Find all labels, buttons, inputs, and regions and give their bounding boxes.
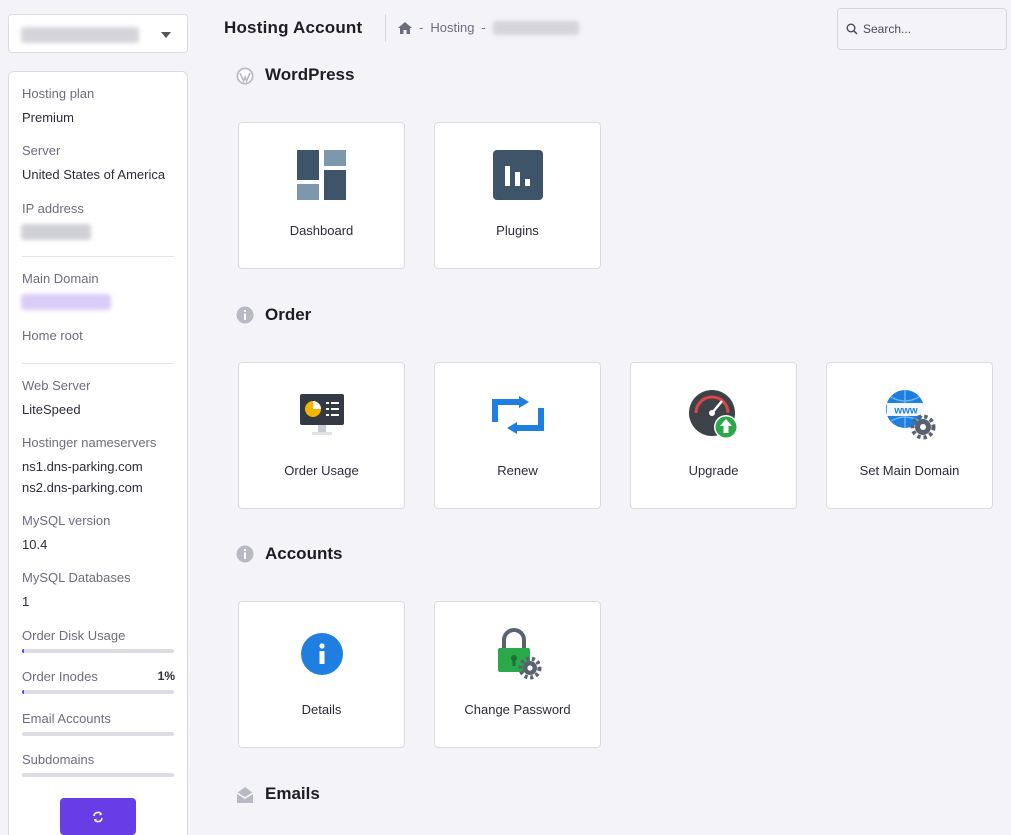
- dashboard-icon: [296, 150, 346, 200]
- ip-address-redacted: [21, 224, 91, 240]
- card-dashboard[interactable]: Dashboard: [238, 122, 405, 269]
- page-title: Hosting Account: [224, 18, 363, 37]
- server-label: Server: [22, 143, 61, 158]
- order-usage-icon: [299, 394, 344, 435]
- section-title-accounts: Accounts: [265, 544, 343, 563]
- home-icon[interactable]: [398, 21, 412, 34]
- chevron-down-icon: [161, 32, 171, 38]
- hosting-plan-label: Hosting plan: [22, 86, 95, 101]
- card-label: Plugins: [496, 223, 539, 238]
- card-label: Upgrade: [688, 463, 739, 478]
- breadcrumb-domain-redacted[interactable]: [492, 20, 579, 35]
- header-divider: [385, 14, 386, 42]
- renew-icon: [491, 396, 544, 434]
- card-label: Dashboard: [289, 223, 354, 238]
- breadcrumb-hosting[interactable]: Hosting: [430, 20, 474, 35]
- breadcrumb: - Hosting -: [398, 20, 579, 35]
- disk-usage-progress: [22, 649, 174, 653]
- mysql-databases-label: MySQL Databases: [22, 570, 131, 585]
- account-info-sidebar: Hosting plan Premium Server United State…: [8, 71, 188, 835]
- hosting-plan-value: Premium: [22, 110, 75, 125]
- email-accounts-progress: [22, 732, 174, 736]
- info-icon: [236, 545, 254, 563]
- divider: [22, 256, 174, 257]
- nameserver-1: ns1.dns-parking.com: [22, 459, 143, 474]
- card-order-usage[interactable]: Order Usage: [238, 362, 405, 509]
- card-label: Details: [301, 702, 342, 717]
- card-renew[interactable]: Renew: [434, 362, 601, 509]
- plugins-icon: [492, 150, 543, 200]
- search-box[interactable]: [837, 8, 1007, 50]
- web-server-label: Web Server: [22, 378, 91, 393]
- refresh-button[interactable]: [60, 798, 136, 835]
- account-name-redacted: [21, 27, 139, 43]
- card-label: Set Main Domain: [859, 463, 960, 478]
- section-title-wordpress: WordPress: [265, 65, 355, 84]
- card-change-password[interactable]: Change Password: [434, 601, 601, 748]
- email-accounts-label: Email Accounts: [22, 711, 111, 726]
- card-label: Renew: [497, 463, 538, 478]
- inodes-progress: [22, 690, 174, 694]
- main-domain-redacted[interactable]: [21, 294, 111, 310]
- svg-text:www: www: [893, 406, 918, 417]
- server-value: United States of America: [22, 167, 166, 182]
- subdomains-progress: [22, 773, 174, 777]
- card-details[interactable]: Details: [238, 601, 405, 748]
- inodes-percent: 1%: [157, 669, 175, 683]
- card-upgrade[interactable]: Upgrade: [630, 362, 797, 509]
- divider: [22, 363, 174, 364]
- ip-address-label: IP address: [22, 201, 84, 216]
- disk-usage-fill: [22, 649, 24, 653]
- nameserver-2: ns2.dns-parking.com: [22, 480, 143, 495]
- upgrade-icon: [688, 390, 738, 439]
- home-root-label: Home root: [22, 328, 83, 343]
- card-plugins[interactable]: Plugins: [434, 122, 601, 269]
- mysql-databases-value: 1: [22, 594, 30, 609]
- change-password-icon: [497, 628, 541, 680]
- info-icon: [236, 306, 254, 324]
- card-label: Change Password: [464, 702, 571, 717]
- disk-usage-label: Order Disk Usage: [22, 628, 126, 643]
- main-domain-label: Main Domain: [22, 271, 99, 286]
- mysql-version-label: MySQL version: [22, 513, 111, 528]
- breadcrumb-separator: -: [419, 20, 424, 35]
- card-label: Order Usage: [284, 463, 359, 478]
- inodes-label: Order Inodes: [22, 669, 98, 684]
- section-title-order: Order: [265, 305, 312, 324]
- mysql-version-value: 10.4: [22, 537, 48, 552]
- details-icon: [300, 633, 343, 675]
- breadcrumb-separator: -: [481, 20, 486, 35]
- search-input[interactable]: [863, 22, 993, 36]
- section-title-emails: Emails: [265, 784, 320, 803]
- web-server-value: LiteSpeed: [22, 402, 81, 417]
- search-icon: [846, 23, 858, 35]
- wordpress-icon: [236, 67, 254, 85]
- nameservers-label: Hostinger nameservers: [22, 435, 157, 450]
- set-main-domain-icon: www: [885, 390, 935, 440]
- account-selector[interactable]: [8, 14, 188, 53]
- subdomains-label: Subdomains: [22, 752, 95, 767]
- refresh-icon: [93, 811, 103, 822]
- inodes-fill: [22, 690, 24, 694]
- envelope-icon: [236, 787, 254, 803]
- card-set-main-domain[interactable]: www Set Main Domain: [826, 362, 993, 509]
